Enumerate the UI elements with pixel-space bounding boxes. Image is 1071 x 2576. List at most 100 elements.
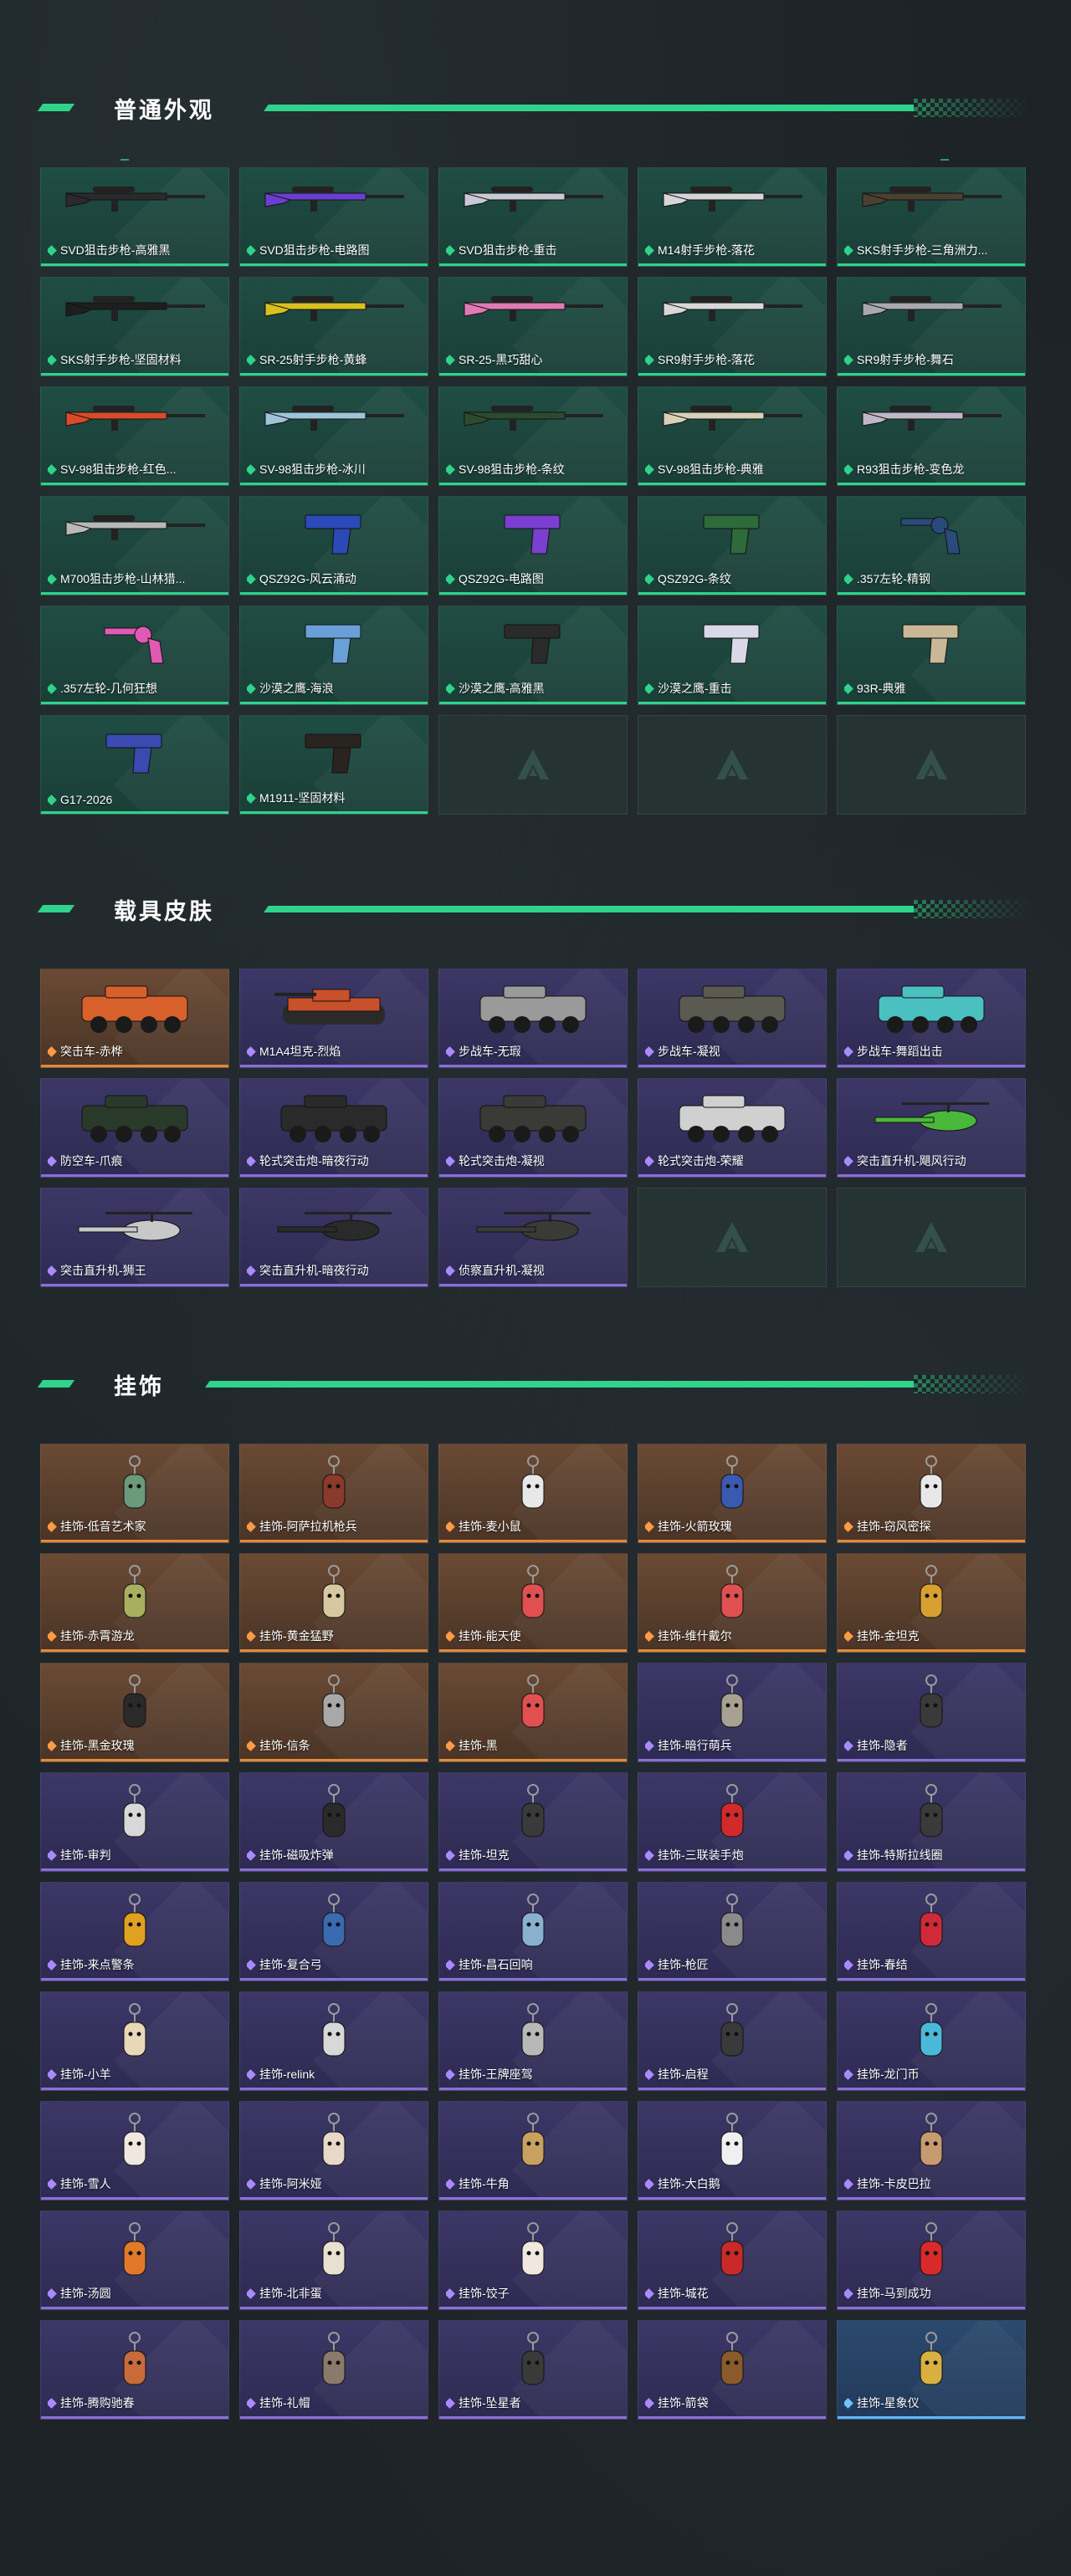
item-card[interactable]: 挂饰-坠星者 bbox=[438, 2320, 628, 2420]
item-card[interactable]: 挂饰-卡皮巴拉 bbox=[837, 2101, 1026, 2200]
item-card[interactable]: 挂饰-春结 bbox=[837, 1882, 1026, 1981]
item-card[interactable]: 突击直升机-飓风行动 bbox=[837, 1078, 1026, 1178]
item-card[interactable]: SV-98狙击步枪-条纹 bbox=[438, 386, 628, 486]
item-card[interactable]: 挂饰-低音艺术家 bbox=[40, 1444, 229, 1543]
item-card[interactable]: SVD狙击步枪-电路图 bbox=[239, 167, 428, 267]
item-card[interactable]: 挂饰-信条 bbox=[239, 1663, 428, 1762]
item-card[interactable]: 挂饰-三联装手炮 bbox=[638, 1772, 827, 1872]
item-card[interactable]: 挂饰-阿萨拉机枪兵 bbox=[239, 1444, 428, 1543]
item-card[interactable]: 挂饰-马到成功 bbox=[837, 2211, 1026, 2310]
item-card[interactable]: M1A4坦克-烈焰 bbox=[239, 969, 428, 1068]
item-card[interactable]: 挂饰-枪匠 bbox=[638, 1882, 827, 1981]
item-card[interactable]: 挂饰-麦小鼠 bbox=[438, 1444, 628, 1543]
item-card[interactable]: G17-2026 bbox=[40, 715, 229, 815]
item-card[interactable]: 突击车-赤桦 bbox=[40, 969, 229, 1068]
item-card[interactable]: 挂饰-雪人 bbox=[40, 2101, 229, 2200]
item-image bbox=[313, 1893, 355, 1957]
placeholder-logo-icon bbox=[716, 749, 748, 779]
rarity-diamond-icon bbox=[446, 2287, 455, 2299]
item-card[interactable]: SR9射手步枪-舞石 bbox=[837, 277, 1026, 376]
item-card[interactable]: 挂饰-昌石回响 bbox=[438, 1882, 628, 1981]
item-card[interactable]: 挂饰-赤霄游龙 bbox=[40, 1553, 229, 1653]
item-card[interactable]: 挂饰-金坦克 bbox=[837, 1553, 1026, 1653]
item-card[interactable]: 挂饰-礼帽 bbox=[239, 2320, 428, 2420]
item-card[interactable]: 挂饰-星象仪 bbox=[837, 2320, 1026, 2420]
item-card[interactable]: 步战车-无瑕 bbox=[438, 969, 628, 1068]
item-card[interactable]: SV-98狙击步枪-典雅 bbox=[638, 386, 827, 486]
item-card[interactable]: 挂饰-汤圆 bbox=[40, 2211, 229, 2310]
item-card[interactable]: 挂饰-阿米娅 bbox=[239, 2101, 428, 2200]
item-card[interactable]: SR-25射手步枪-黄蜂 bbox=[239, 277, 428, 376]
item-card[interactable]: QSZ92G-风云涌动 bbox=[239, 496, 428, 595]
item-card[interactable]: 挂饰-审判 bbox=[40, 1772, 229, 1872]
item-card[interactable]: QSZ92G-条纹 bbox=[638, 496, 827, 595]
charm-icon bbox=[720, 2332, 744, 2385]
item-card[interactable]: SKS射手步枪-坚固材料 bbox=[40, 277, 229, 376]
rarity-diamond-icon bbox=[844, 1959, 853, 1970]
item-card[interactable]: 轮式突击炮-凝视 bbox=[438, 1078, 628, 1178]
item-card[interactable]: 93R-典雅 bbox=[837, 606, 1026, 705]
charm-icon bbox=[720, 1784, 744, 1837]
item-image bbox=[699, 616, 766, 671]
item-card[interactable]: 挂饰-黄金猛野 bbox=[239, 1553, 428, 1653]
item-card[interactable]: 防空车-爪痕 bbox=[40, 1078, 229, 1178]
item-name: 挂饰-牛角 bbox=[459, 2177, 510, 2190]
item-card[interactable]: SV-98狙击步枪-冰川 bbox=[239, 386, 428, 486]
item-card[interactable]: 挂饰-龙门币 bbox=[837, 1991, 1026, 2091]
item-card[interactable]: 挂饰-relink bbox=[239, 1991, 428, 2091]
item-card[interactable]: 挂饰-隐者 bbox=[837, 1663, 1026, 1762]
item-card[interactable]: SVD狙击步枪-重击 bbox=[438, 167, 628, 267]
item-name: .357左轮-几何狂想 bbox=[60, 682, 157, 695]
item-card[interactable]: 突击直升机-狮王 bbox=[40, 1188, 229, 1287]
item-card[interactable]: 沙漠之鹰-高雅黑 bbox=[438, 606, 628, 705]
charm-icon bbox=[521, 2003, 545, 2057]
item-card[interactable]: .357左轮-几何狂想 bbox=[40, 606, 229, 705]
item-card[interactable]: 挂饰-黑金玫瑰 bbox=[40, 1663, 229, 1762]
item-card[interactable]: SKS射手步枪-三角洲力... bbox=[837, 167, 1026, 267]
item-card[interactable]: 挂饰-牛角 bbox=[438, 2101, 628, 2200]
item-card[interactable]: 突击直升机-暗夜行动 bbox=[239, 1188, 428, 1287]
item-label: 沙漠之鹰-重击 bbox=[645, 680, 732, 697]
item-card[interactable]: SR-25-黑巧甜心 bbox=[438, 277, 628, 376]
item-card[interactable]: 挂饰-饺子 bbox=[438, 2211, 628, 2310]
item-name: SR9射手步枪-落花 bbox=[658, 353, 755, 366]
item-card[interactable]: 侦察直升机-凝视 bbox=[438, 1188, 628, 1287]
item-card[interactable]: 挂饰-能天使 bbox=[438, 1553, 628, 1653]
item-card[interactable]: 挂饰-暗行萌兵 bbox=[638, 1663, 827, 1762]
item-card[interactable]: 沙漠之鹰-海浪 bbox=[239, 606, 428, 705]
item-card[interactable]: 挂饰-启程 bbox=[638, 1991, 827, 2091]
item-label: 挂饰-坦克 bbox=[446, 1847, 510, 1863]
item-card[interactable]: 挂饰-王牌座驾 bbox=[438, 1991, 628, 2091]
item-card[interactable]: M1911-坚固材料 bbox=[239, 715, 428, 815]
item-card[interactable]: 挂饰-城花 bbox=[638, 2211, 827, 2310]
item-card[interactable]: 挂饰-特斯拉线圈 bbox=[837, 1772, 1026, 1872]
item-card[interactable]: 步战车-凝视 bbox=[638, 969, 827, 1068]
item-card[interactable]: 沙漠之鹰-重击 bbox=[638, 606, 827, 705]
item-card[interactable]: 挂饰-箭袋 bbox=[638, 2320, 827, 2420]
item-card[interactable]: 步战车-舞蹈出击 bbox=[837, 969, 1026, 1068]
item-card[interactable]: 挂饰-复合弓 bbox=[239, 1882, 428, 1981]
item-card[interactable]: SVD狙击步枪-高雅黑 bbox=[40, 167, 229, 267]
rarity-diamond-icon bbox=[48, 1155, 57, 1167]
item-card[interactable]: .357左轮-精钢 bbox=[837, 496, 1026, 595]
item-card[interactable]: M700狙击步枪-山林猎... bbox=[40, 496, 229, 595]
item-card[interactable]: 挂饰-北非蛋 bbox=[239, 2211, 428, 2310]
item-card[interactable]: 挂饰-磁吸炸弹 bbox=[239, 1772, 428, 1872]
item-card[interactable]: 挂饰-坦克 bbox=[438, 1772, 628, 1872]
item-card[interactable]: 挂饰-维什戴尔 bbox=[638, 1553, 827, 1653]
item-card[interactable]: 挂饰-黑 bbox=[438, 1663, 628, 1762]
item-card[interactable]: SR9射手步枪-落花 bbox=[638, 277, 827, 376]
item-card[interactable]: 挂饰-火箭玫瑰 bbox=[638, 1444, 827, 1543]
item-card[interactable]: SV-98狙击步枪-红色... bbox=[40, 386, 229, 486]
item-card[interactable]: 挂饰-来点警条 bbox=[40, 1882, 229, 1981]
rarity-diamond-icon bbox=[247, 2287, 256, 2299]
item-card[interactable]: 挂饰-窃风密探 bbox=[837, 1444, 1026, 1543]
item-card[interactable]: R93狙击步枪-变色龙 bbox=[837, 386, 1026, 486]
item-card[interactable]: 挂饰-小羊 bbox=[40, 1991, 229, 2091]
item-card[interactable]: M14射手步枪-落花 bbox=[638, 167, 827, 267]
item-card[interactable]: 轮式突击炮-暗夜行动 bbox=[239, 1078, 428, 1178]
item-card[interactable]: 轮式突击炮-荣耀 bbox=[638, 1078, 827, 1178]
item-card[interactable]: 挂饰-腾购驰春 bbox=[40, 2320, 229, 2420]
item-card[interactable]: QSZ92G-电路图 bbox=[438, 496, 628, 595]
item-card[interactable]: 挂饰-大白鹅 bbox=[638, 2101, 827, 2200]
